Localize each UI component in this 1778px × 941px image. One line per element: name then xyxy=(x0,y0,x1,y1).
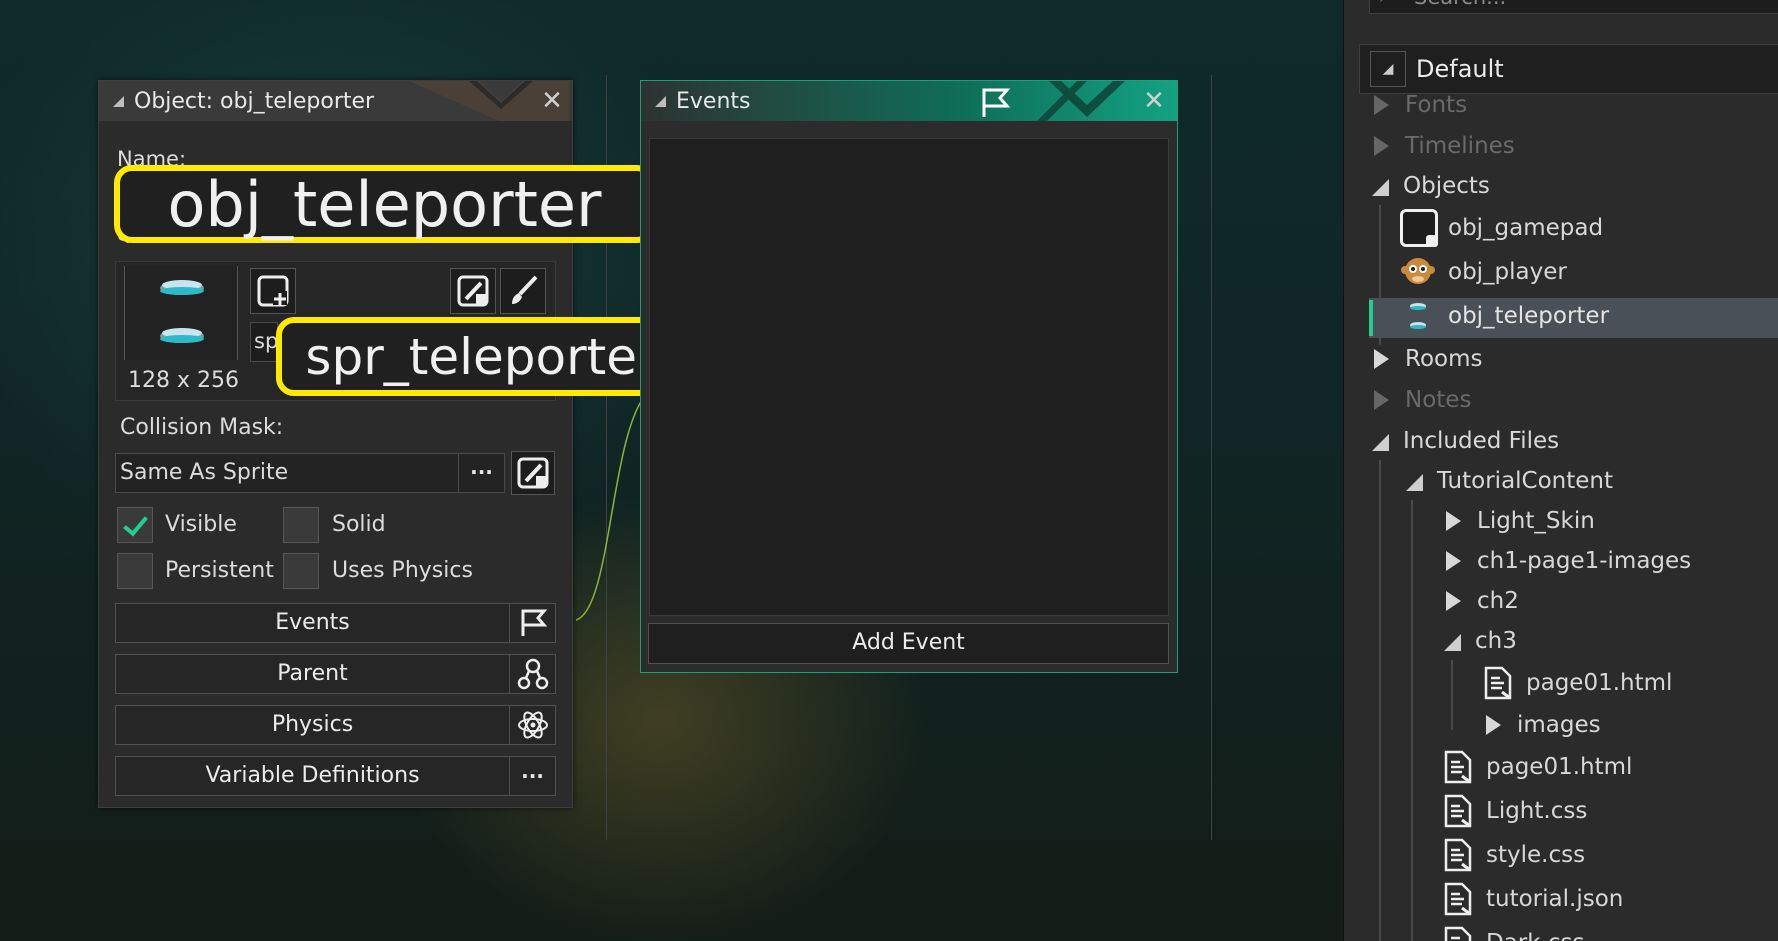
variable-definitions-more-button[interactable]: ··· xyxy=(509,757,555,795)
flag-icon[interactable] xyxy=(979,87,1011,123)
tree-file-light-css[interactable]: Light.css xyxy=(1444,791,1587,831)
tree-file-dark-css[interactable]: Dark.css xyxy=(1444,923,1585,941)
tree-folder-ch1-page1-images[interactable]: ch1-page1-images xyxy=(1446,541,1691,581)
file-icon xyxy=(1444,926,1472,941)
expand-icon xyxy=(1446,511,1461,531)
resource-tree-panel: ⌕ Search... ◢ Default Fonts Timelines Ob… xyxy=(1343,0,1778,941)
new-sprite-icon xyxy=(257,275,289,307)
collapse-icon xyxy=(1372,433,1389,451)
close-icon[interactable]: ✕ xyxy=(1141,88,1167,115)
object-name-field[interactable]: obj_teleporter xyxy=(114,165,655,243)
tree-folder-light-skin[interactable]: Light_Skin xyxy=(1446,501,1595,541)
tree-item-obj-gamepad[interactable]: obj_gamepad xyxy=(1400,208,1603,248)
teleporter-object-icon xyxy=(1400,298,1436,334)
collision-mask-edit-button[interactable] xyxy=(511,451,555,495)
edit-sprite-button[interactable] xyxy=(450,268,496,314)
search-input[interactable]: ⌕ Search... xyxy=(1369,0,1778,14)
add-event-button[interactable]: Add Event xyxy=(648,623,1169,664)
tree-folder-ch2[interactable]: ch2 xyxy=(1446,581,1519,621)
expand-icon xyxy=(1374,349,1389,369)
visible-label: Visible xyxy=(165,512,237,537)
brush-icon xyxy=(512,275,538,304)
events-list[interactable] xyxy=(649,138,1169,616)
gamepad-object-icon xyxy=(1400,209,1438,247)
file-icon xyxy=(1444,882,1472,916)
tree-folder-rooms[interactable]: Rooms xyxy=(1374,339,1482,379)
tree-item-obj-teleporter[interactable]: obj_teleporter xyxy=(1400,296,1609,336)
tree-item-obj-player[interactable]: obj_player xyxy=(1400,252,1567,292)
collision-mask-label: Collision Mask: xyxy=(120,415,284,440)
tree-line xyxy=(1411,500,1413,941)
sprite-preview[interactable] xyxy=(124,266,238,360)
sprite-name-field[interactable]: sp xyxy=(250,322,278,362)
edit-sprite-icon xyxy=(457,275,489,307)
file-icon xyxy=(1444,838,1472,872)
tree-file-ch3-page01[interactable]: page01.html xyxy=(1484,663,1672,703)
expand-icon xyxy=(1486,715,1501,735)
workspace-divider xyxy=(1211,75,1212,840)
events-window-titlebar[interactable]: Events ✕ xyxy=(641,81,1177,121)
file-icon xyxy=(1484,666,1512,700)
solid-label: Solid xyxy=(332,512,386,537)
solid-checkbox[interactable] xyxy=(283,507,319,543)
expand-icon xyxy=(1446,551,1461,571)
visible-checkbox[interactable] xyxy=(117,507,153,543)
collision-mask-more-button[interactable]: ··· xyxy=(458,454,504,492)
tree-folder-objects[interactable]: Objects xyxy=(1372,166,1490,206)
collapse-icon xyxy=(1372,178,1389,196)
tree-folder-ch3[interactable]: ch3 xyxy=(1444,621,1517,661)
sprite-name-highlight[interactable]: spr_teleporter xyxy=(276,317,687,396)
file-icon xyxy=(1444,750,1472,784)
expand-icon xyxy=(1374,95,1389,115)
sprite-brush-button[interactable] xyxy=(500,268,546,314)
tree-folder-fonts[interactable]: Fonts xyxy=(1374,85,1467,125)
collapse-all-icon[interactable]: ◢ xyxy=(1370,51,1406,87)
tree-folder-notes[interactable]: Notes xyxy=(1374,380,1471,420)
tree-file-page01[interactable]: page01.html xyxy=(1444,747,1632,787)
uses-physics-checkbox[interactable] xyxy=(283,553,319,589)
physics-button[interactable]: Physics xyxy=(115,705,556,745)
connection-line xyxy=(575,399,643,621)
new-sprite-button[interactable] xyxy=(250,268,296,314)
search-icon: ⌕ xyxy=(1380,0,1391,7)
selection-marker xyxy=(1369,300,1373,336)
collapse-icon[interactable] xyxy=(655,95,666,107)
events-window-title: Events xyxy=(676,88,751,114)
object-window-title: Object: obj_teleporter xyxy=(134,88,375,114)
expand-icon xyxy=(1446,591,1461,611)
persistent-checkbox[interactable] xyxy=(117,553,153,589)
collision-mask-dropdown[interactable]: Same As Sprite ··· xyxy=(115,453,505,493)
events-window: Events ✕ Add Event xyxy=(640,80,1178,673)
parent-button[interactable]: Parent xyxy=(115,654,556,694)
collapse-icon xyxy=(1444,633,1461,651)
tree-line xyxy=(1451,660,1453,730)
persistent-label: Persistent xyxy=(165,558,274,583)
tree-line xyxy=(1379,460,1381,941)
tree-file-style-css[interactable]: style.css xyxy=(1444,835,1585,875)
tree-folder-timelines[interactable]: Timelines xyxy=(1374,126,1515,166)
player-object-icon xyxy=(1400,254,1436,290)
tree-file-tutorial-json[interactable]: tutorial.json xyxy=(1444,879,1623,919)
expand-icon xyxy=(1374,136,1389,156)
tree-folder-images[interactable]: images xyxy=(1486,705,1601,745)
object-window-titlebar[interactable]: Object: obj_teleporter ✕ xyxy=(99,81,572,121)
teleporter-sprite-icon xyxy=(160,280,204,343)
sprite-size: 128 x 256 xyxy=(128,368,239,393)
flag-icon xyxy=(509,604,555,642)
collapse-icon[interactable] xyxy=(113,95,124,107)
events-button[interactable]: Events xyxy=(115,603,556,643)
file-icon xyxy=(1444,794,1472,828)
close-icon[interactable]: ✕ xyxy=(539,88,565,115)
edit-mask-icon xyxy=(517,457,549,489)
parent-hierarchy-icon xyxy=(509,655,555,693)
tree-folder-included-files[interactable]: Included Files xyxy=(1372,421,1559,461)
uses-physics-label: Uses Physics xyxy=(332,558,473,583)
atom-icon xyxy=(509,706,555,744)
tree-folder-tutorialcontent[interactable]: TutorialContent xyxy=(1406,461,1613,501)
expand-icon xyxy=(1374,390,1389,410)
variable-definitions-button[interactable]: Variable Definitions ··· xyxy=(115,756,556,796)
collapse-icon xyxy=(1406,473,1423,491)
